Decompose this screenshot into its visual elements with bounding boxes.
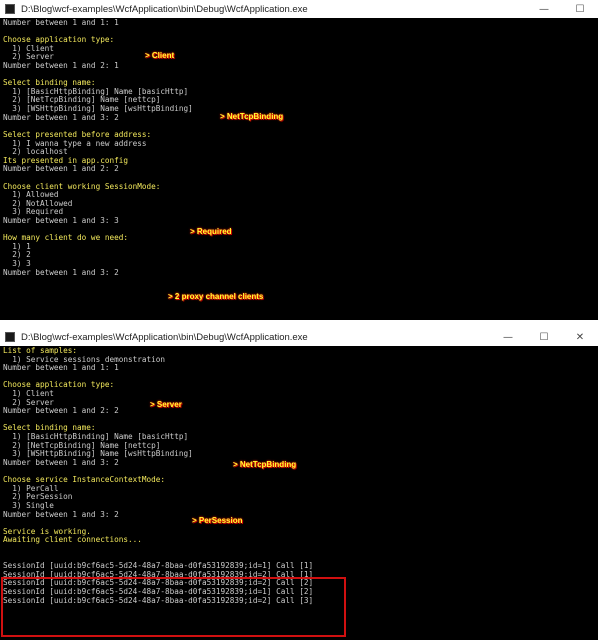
annotation-required: > Required <box>190 227 232 236</box>
console-window-client: D:\Blog\wcf-examples\WcfApplication\bin\… <box>0 0 598 320</box>
annotation-nettcpbinding: > NetTcpBinding <box>233 460 297 469</box>
window-title: D:\Blog\wcf-examples\WcfApplication\bin\… <box>21 3 308 15</box>
console-server-line: Number between 1 and 3: 2 <box>3 457 119 467</box>
console-server-line: Choose application type: <box>3 380 115 390</box>
titlebar-client[interactable]: D:\Blog\wcf-examples\WcfApplication\bin\… <box>0 0 598 18</box>
annotation-client: > Client <box>145 51 175 60</box>
console-server-line: Number between 1 and 2: 2 <box>3 406 119 416</box>
session-output-highlight <box>1 577 346 637</box>
minimize-button[interactable]: — <box>526 0 562 18</box>
window-title: D:\Blog\wcf-examples\WcfApplication\bin\… <box>21 331 308 343</box>
console-client-line: Number between 1 and 1: 1 <box>3 19 119 27</box>
console-client-line: Number between 1 and 2: 1 <box>3 61 119 71</box>
console-client-line: Choose application type: <box>3 35 115 45</box>
console-server-line: 1) PerCall <box>3 483 59 493</box>
console-server-line: Number between 1 and 1: 1 <box>3 363 119 373</box>
console-client-line: 2) 2 <box>3 250 31 260</box>
close-button[interactable]: ✕ <box>562 328 598 346</box>
titlebar-server[interactable]: D:\Blog\wcf-examples\WcfApplication\bin\… <box>0 328 598 346</box>
annotation-nettcpbinding: > NetTcpBinding <box>220 112 284 121</box>
console-server-line <box>0 545 598 554</box>
console-client-line: Choose client working SessionMode: <box>3 181 161 191</box>
annotation-persession: > PerSession <box>192 516 243 525</box>
console-client-line: 1) Client <box>3 43 54 53</box>
console-client-line: Number between 1 and 2: 2 <box>3 164 119 174</box>
maximize-button[interactable]: ☐ <box>562 0 598 18</box>
console-server-line: Awaiting client connections... <box>3 535 142 545</box>
console-server-line: 1) Client <box>3 389 54 399</box>
console-client-line: Number between 1 and 3: 3 <box>3 216 119 226</box>
console-server-line: 2) PerSession <box>3 492 73 502</box>
console-app-icon <box>5 4 15 14</box>
annotation-proxy-clients: > 2 proxy channel clients <box>168 292 264 301</box>
minimize-button[interactable]: — <box>490 328 526 346</box>
console-app-icon <box>5 332 15 342</box>
console-client-line: Number between 1 and 3: 2 <box>3 267 119 277</box>
console-output-client[interactable]: Number between 1 and 1: 1 Choose applicat… <box>0 19 598 320</box>
console-client-line: 1) 1 <box>3 241 31 251</box>
maximize-button[interactable]: ☐ <box>526 328 562 346</box>
console-client-line: Number between 1 and 3: 2 <box>3 112 119 122</box>
console-client-line: 2) NotAllowed <box>3 198 73 208</box>
console-client-line: How many client do we need: <box>3 233 128 243</box>
console-server-line: Number between 1 and 3: 2 <box>3 509 119 519</box>
console-client-line: 1) I wanna type a new address <box>3 138 147 148</box>
console-server-line: Choose service InstanceContextMode: <box>3 475 165 485</box>
annotation-server: > Server <box>150 400 182 409</box>
console-client-line: 1) Allowed <box>3 190 59 200</box>
